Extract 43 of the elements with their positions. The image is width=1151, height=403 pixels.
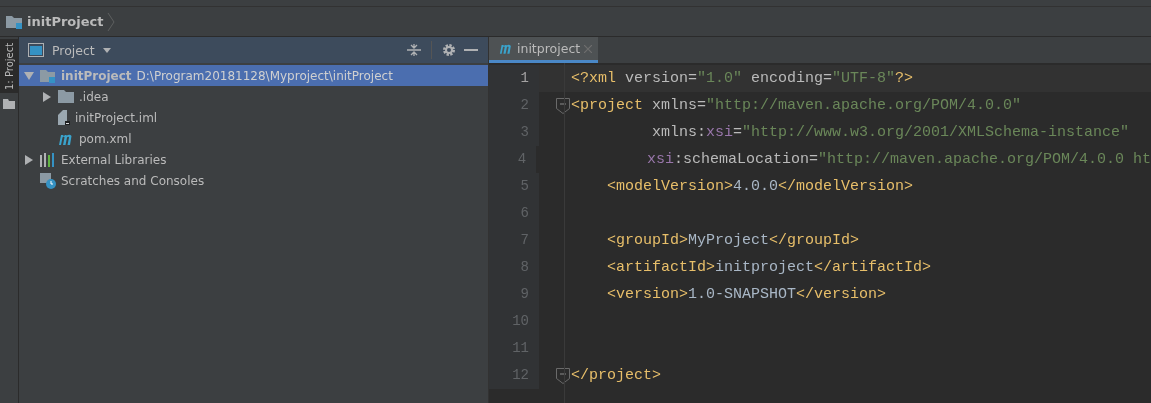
breadcrumb-item[interactable]: initProject <box>27 14 104 29</box>
tree-item[interactable]: initProject D:\Program20181128\Myproject\initProject <box>19 65 488 86</box>
maven-m-icon <box>499 43 513 54</box>
project-view-icon <box>28 43 44 57</box>
editor-tab[interactable]: initproject <box>489 37 599 63</box>
chevron-icon <box>107 11 116 32</box>
code-line: xmlns:xsi="http://www.w3.org/2001/XMLSchema-instance" <box>651 124 1130 141</box>
collapse-all-icon[interactable] <box>407 43 421 57</box>
tree-item-label: initProject.iml <box>75 110 158 125</box>
tree-item-label: .idea <box>79 89 109 104</box>
file-icon <box>58 110 70 125</box>
tree-item[interactable]: initProject.iml <box>19 107 488 128</box>
collapsed-arrow-icon[interactable] <box>25 154 33 165</box>
settings-icon[interactable] <box>442 43 456 57</box>
expanded-arrow-icon[interactable] <box>24 71 34 80</box>
code-line: <groupId>MyProject</groupId> <box>606 232 860 249</box>
tree-item[interactable]: pom.xml <box>19 128 488 149</box>
code-line: </project> <box>571 367 661 384</box>
project-tool-tab[interactable]: 1: Project <box>0 39 18 93</box>
collapsed-arrow-icon[interactable] <box>43 91 51 102</box>
module-folder-icon <box>5 13 23 30</box>
tree-item[interactable]: External Libraries <box>19 149 488 170</box>
code-line: <?xml version="1.0" encoding="UTF-8"?> <box>571 70 914 87</box>
code-line: <version>1.0-SNAPSHOT</version> <box>606 286 887 303</box>
module-folder-icon <box>40 68 56 83</box>
code-line: <modelVersion>4.0.0</modelVersion> <box>606 178 914 195</box>
tree-item-label: Scratches and Consoles <box>61 173 205 188</box>
code-line: <project xmlns="http://maven.apache.org/POM/4.0.0" <box>571 97 1022 114</box>
view-selector[interactable]: Project <box>52 42 95 58</box>
folder-icon <box>3 99 15 109</box>
code-line: <artifactId>initproject</artifactId> <box>606 259 932 276</box>
tree-item-label: initProject <box>61 68 132 83</box>
maven-m-icon <box>58 132 74 145</box>
code-line: xsi:schemaLocation="http://maven.apache.org/POM/4.0.0 ht <box>645 151 1151 168</box>
project-path: D:\Program20181128\Myproject\initProject <box>136 68 393 83</box>
dropdown-caret-icon[interactable] <box>102 47 111 53</box>
tree-item[interactable]: .idea <box>19 86 488 107</box>
scratches-clock-icon <box>40 172 56 189</box>
libraries-icon <box>40 152 56 167</box>
folder-icon <box>58 90 74 103</box>
tree-item-label: External Libraries <box>61 152 167 167</box>
tree-item-label: pom.xml <box>79 131 132 146</box>
tree-item[interactable]: Scratches and Consoles <box>19 170 488 191</box>
